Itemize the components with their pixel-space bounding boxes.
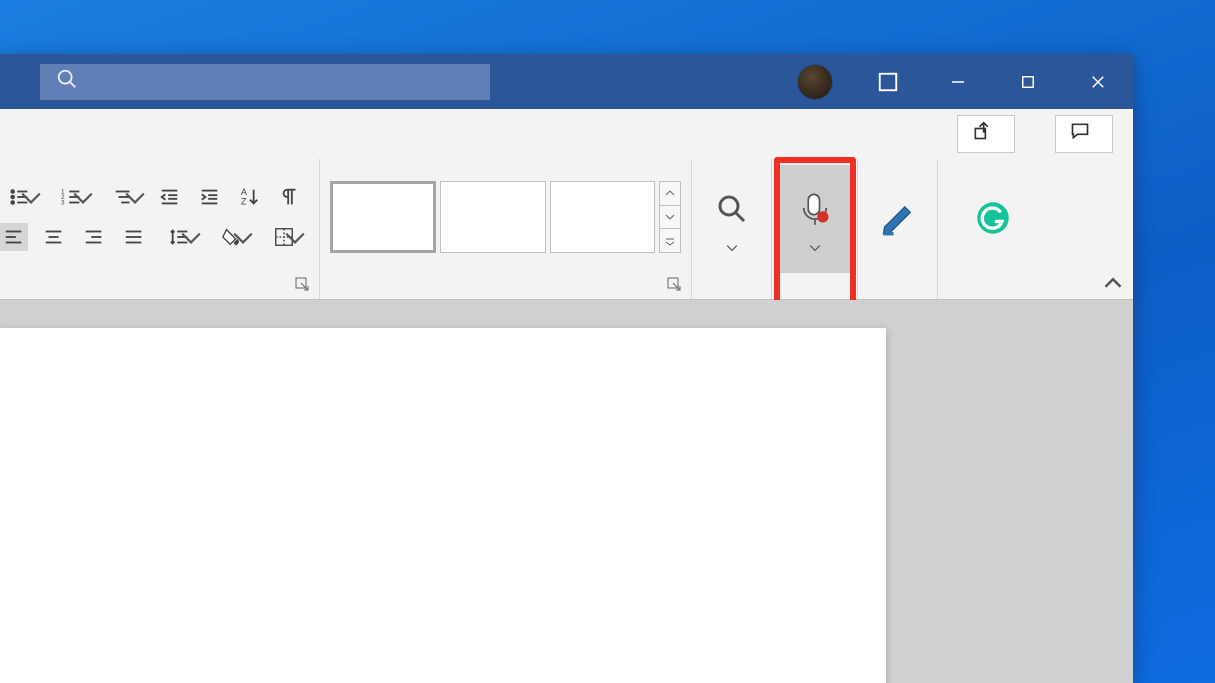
editing-button[interactable]: [697, 165, 767, 273]
numbering-button[interactable]: 123: [52, 183, 92, 211]
chevron-down-icon[interactable]: [660, 206, 680, 230]
comment-icon: [1070, 121, 1090, 147]
svg-text:Z: Z: [241, 196, 247, 206]
sort-button[interactable]: AZ: [236, 183, 264, 211]
show-hide-paragraph-button[interactable]: [276, 183, 304, 211]
ribbon-tabs: [0, 109, 1133, 159]
microphone-icon: [797, 188, 833, 230]
focus-mode-button[interactable]: [853, 54, 923, 109]
maximize-button[interactable]: [993, 54, 1063, 109]
close-button[interactable]: [1063, 54, 1133, 109]
align-right-button[interactable]: [80, 223, 108, 251]
avatar[interactable]: [797, 64, 833, 100]
grammarly-group: [938, 159, 1048, 299]
share-button[interactable]: [957, 115, 1015, 153]
comments-button[interactable]: [1055, 115, 1113, 153]
share-icon: [972, 121, 992, 147]
paragraph-group: 123 AZ: [0, 159, 320, 299]
svg-text:3: 3: [61, 199, 65, 206]
styles-launcher-icon[interactable]: [667, 277, 683, 293]
increase-indent-button[interactable]: [196, 183, 224, 211]
justify-button[interactable]: [120, 223, 148, 251]
voice-group: [772, 159, 858, 299]
editor-group: [858, 159, 938, 299]
search-input[interactable]: [40, 64, 490, 100]
find-icon: [714, 188, 750, 230]
align-center-button[interactable]: [40, 223, 68, 251]
editor-button[interactable]: [863, 165, 933, 273]
style-no-spacing[interactable]: [440, 181, 546, 253]
chevron-down-icon: [726, 242, 738, 254]
multilevel-list-button[interactable]: [104, 183, 144, 211]
minimize-button[interactable]: [923, 54, 993, 109]
editing-group: [692, 159, 772, 299]
styles-gallery-scroll[interactable]: [659, 181, 681, 253]
style-heading-1[interactable]: [550, 181, 656, 253]
decrease-indent-button[interactable]: [156, 183, 184, 211]
more-styles-icon[interactable]: [660, 229, 680, 252]
chevron-down-icon: [809, 242, 821, 254]
grammarly-icon: [975, 197, 1011, 239]
word-window: 123 AZ: [0, 54, 1133, 683]
collapse-ribbon-icon[interactable]: [1103, 273, 1123, 293]
paragraph-launcher-icon[interactable]: [295, 277, 311, 293]
document-area[interactable]: [0, 300, 1133, 683]
chevron-up-icon[interactable]: [660, 182, 680, 206]
shading-button[interactable]: [212, 223, 252, 251]
ribbon: 123 AZ: [0, 159, 1133, 299]
document-page[interactable]: [0, 328, 886, 683]
titlebar: [0, 54, 1133, 109]
search-icon: [56, 68, 78, 96]
editor-icon: [880, 197, 916, 239]
align-left-button[interactable]: [0, 223, 28, 251]
style-normal[interactable]: [330, 181, 436, 253]
bullets-button[interactable]: [0, 183, 40, 211]
styles-group: [320, 159, 692, 299]
dictate-button[interactable]: [780, 165, 850, 273]
open-grammarly-button[interactable]: [958, 165, 1028, 273]
line-spacing-button[interactable]: [160, 223, 200, 251]
document-text[interactable]: [0, 458, 846, 547]
borders-button[interactable]: [264, 223, 304, 251]
